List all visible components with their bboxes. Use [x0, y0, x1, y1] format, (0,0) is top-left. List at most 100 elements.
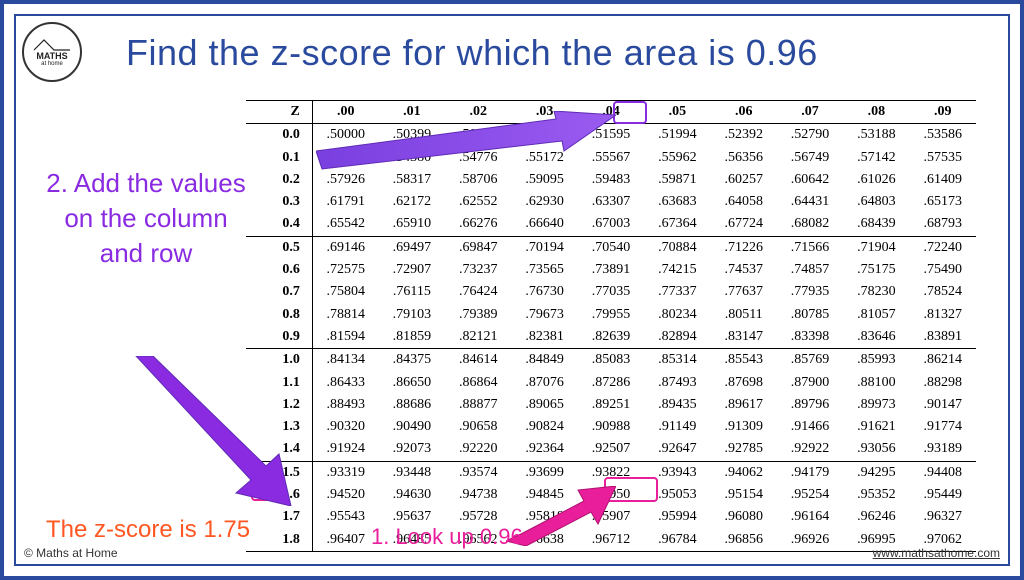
- table-cell: .78524: [910, 281, 976, 303]
- table-cell: .96080: [711, 506, 777, 528]
- table-cell: .59871: [644, 169, 710, 191]
- table-row: 0.2.57926.58317.58706.59095.59483.59871.…: [246, 169, 976, 191]
- table-cell: .90320: [312, 416, 378, 438]
- table-cell: .63307: [578, 191, 644, 213]
- table-cell: .70884: [644, 236, 710, 259]
- table-cell: .66640: [511, 213, 577, 236]
- table-cell: .94950: [578, 484, 644, 506]
- table-header: .05: [644, 101, 710, 124]
- table-cell: .68793: [910, 213, 976, 236]
- table-cell: .65910: [379, 213, 445, 236]
- table-cell: .83646: [843, 326, 909, 349]
- table-cell: .70540: [578, 236, 644, 259]
- row-header: 1.4: [246, 438, 312, 461]
- table-cell: .69497: [379, 236, 445, 259]
- table-cell: .64431: [777, 191, 843, 213]
- table-cell: .93574: [445, 461, 511, 484]
- table-row: 1.4.91924.92073.92220.92364.92507.92647.…: [246, 438, 976, 461]
- table-cell: .95254: [777, 484, 843, 506]
- table-cell: .64803: [843, 191, 909, 213]
- table-cell: .69847: [445, 236, 511, 259]
- row-header: 0.8: [246, 304, 312, 326]
- table-cell: .87286: [578, 372, 644, 394]
- table-cell: .90988: [578, 416, 644, 438]
- row-header: 0.7: [246, 281, 312, 303]
- table-cell: .58317: [379, 169, 445, 191]
- table-cell: .89251: [578, 394, 644, 416]
- table-cell: .81594: [312, 326, 378, 349]
- table-row: 1.7.95543.95637.95728.95818.95907.95994.…: [246, 506, 976, 528]
- table-cell: .85314: [644, 349, 710, 372]
- table-cell: .81057: [843, 304, 909, 326]
- table-cell: .95352: [843, 484, 909, 506]
- table-cell: .62552: [445, 191, 511, 213]
- inner-border: MATHS at home Find the z-score for which…: [14, 14, 1010, 566]
- table-cell: .84134: [312, 349, 378, 372]
- row-header: 0.6: [246, 259, 312, 281]
- table-cell: .82639: [578, 326, 644, 349]
- table-row: 1.6.94520.94630.94738.94845.94950.95053.…: [246, 484, 976, 506]
- table-cell: .76115: [379, 281, 445, 303]
- table-cell: .79389: [445, 304, 511, 326]
- table-cell: .79673: [511, 304, 577, 326]
- table-cell: .63683: [644, 191, 710, 213]
- table-cell: .61791: [312, 191, 378, 213]
- footer-url: www.mathsathome.com: [873, 546, 1000, 560]
- table-header: .00: [312, 101, 378, 124]
- table-cell: .53188: [843, 124, 909, 147]
- page-title: Find the z-score for which the area is 0…: [126, 32, 978, 74]
- table-cell: .91774: [910, 416, 976, 438]
- table-cell: .54776: [445, 147, 511, 169]
- table-header: Z: [246, 101, 312, 124]
- table-cell: .50000: [312, 124, 378, 147]
- table-cell: .77035: [578, 281, 644, 303]
- table-cell: .71904: [843, 236, 909, 259]
- table-row: 0.0.50000.50399.50798.51197.51595.51994.…: [246, 124, 976, 147]
- table-row: 0.5.69146.69497.69847.70194.70540.70884.…: [246, 236, 976, 259]
- table-cell: .96926: [777, 529, 843, 552]
- table-cell: .87076: [511, 372, 577, 394]
- table-cell: .70194: [511, 236, 577, 259]
- table-cell: .78230: [843, 281, 909, 303]
- row-header: 0.0: [246, 124, 312, 147]
- row-header: 1.5: [246, 461, 312, 484]
- house-icon: [32, 38, 72, 52]
- table-row: 0.6.72575.72907.73237.73565.73891.74215.…: [246, 259, 976, 281]
- table-cell: .95543: [312, 506, 378, 528]
- table-cell: .67724: [711, 213, 777, 236]
- table-cell: .91149: [644, 416, 710, 438]
- table-cell: .95449: [910, 484, 976, 506]
- row-header: 0.9: [246, 326, 312, 349]
- table-row: 0.1.53983.54380.54776.55172.55567.55962.…: [246, 147, 976, 169]
- table-cell: .51994: [644, 124, 710, 147]
- table-cell: .77935: [777, 281, 843, 303]
- table-cell: .56356: [711, 147, 777, 169]
- table-row: 0.7.75804.76115.76424.76730.77035.77337.…: [246, 281, 976, 303]
- table-cell: .72907: [379, 259, 445, 281]
- table-cell: .90658: [445, 416, 511, 438]
- table-cell: .96856: [711, 529, 777, 552]
- table-cell: .59095: [511, 169, 577, 191]
- table-cell: .91466: [777, 416, 843, 438]
- table-cell: .62172: [379, 191, 445, 213]
- row-header: 1.2: [246, 394, 312, 416]
- table-cell: .93448: [379, 461, 445, 484]
- instruction-step-1: 1. Look up 0.96: [371, 524, 523, 550]
- table-cell: .90490: [379, 416, 445, 438]
- table-cell: .92507: [578, 438, 644, 461]
- table-cell: .60257: [711, 169, 777, 191]
- table-cell: .59483: [578, 169, 644, 191]
- table-cell: .61026: [843, 169, 909, 191]
- table-cell: .94062: [711, 461, 777, 484]
- table-row: 1.5.93319.93448.93574.93699.93822.93943.…: [246, 461, 976, 484]
- table-cell: .88877: [445, 394, 511, 416]
- outer-border: MATHS at home Find the z-score for which…: [0, 0, 1024, 580]
- table-row: 0.9.81594.81859.82121.82381.82639.82894.…: [246, 326, 976, 349]
- table-cell: .92647: [644, 438, 710, 461]
- table-cell: .51595: [578, 124, 644, 147]
- table-cell: .91309: [711, 416, 777, 438]
- table-cell: .76730: [511, 281, 577, 303]
- table-cell: .50798: [445, 124, 511, 147]
- table-cell: .54380: [379, 147, 445, 169]
- table-row: 1.8.96407.96485.96562.96638.96712.96784.…: [246, 529, 976, 552]
